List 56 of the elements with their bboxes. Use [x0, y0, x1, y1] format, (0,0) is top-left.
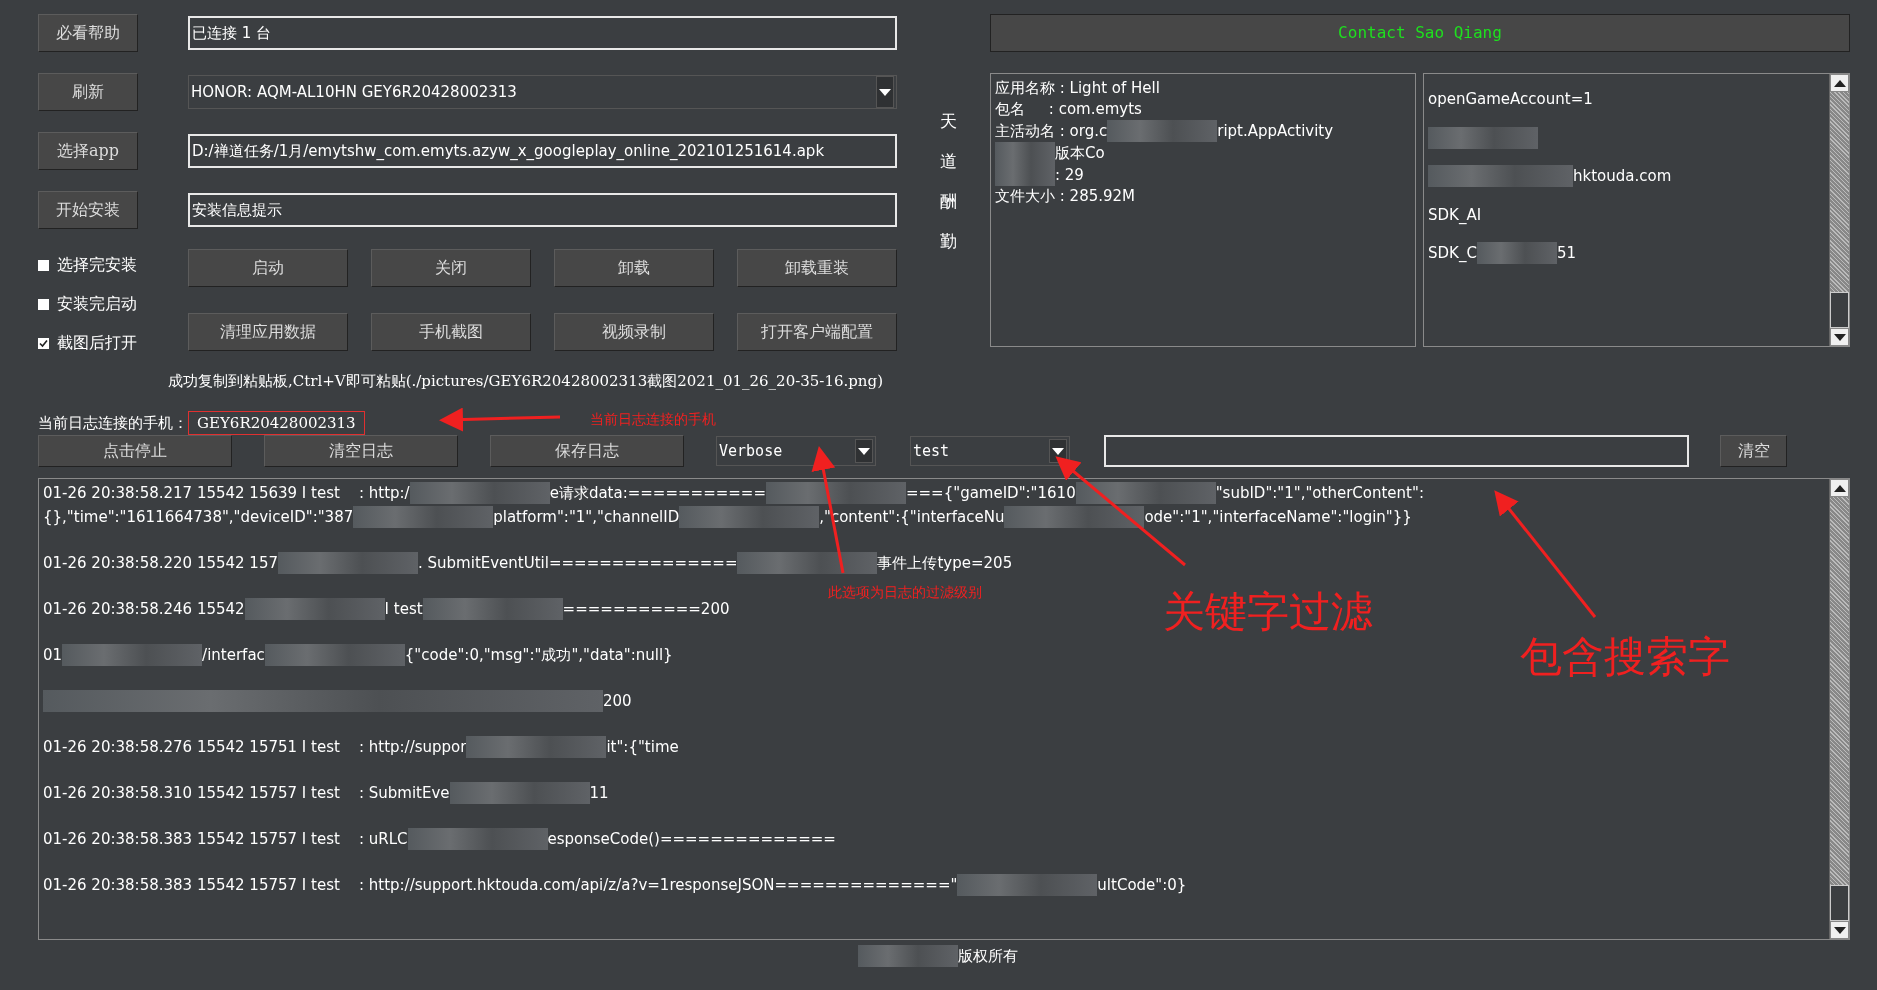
text-field[interactable]: 已连接 1 台: [188, 16, 897, 50]
pixelated-redaction: [995, 142, 1055, 164]
contact-button[interactable]: Contact Sao Qiang: [990, 14, 1850, 52]
action-button[interactable]: 卸载: [554, 249, 714, 287]
action-button[interactable]: 手机截图: [371, 312, 531, 351]
action-button[interactable]: 启动: [188, 249, 348, 287]
dropdown-caret-icon: [855, 439, 873, 463]
info-line: openGameAccount=1: [1428, 89, 1594, 110]
log-level-select[interactable]: Verbose: [716, 436, 876, 466]
info-line: 包名 : com.emyts: [995, 99, 1143, 120]
text-field[interactable]: D:/禅道任务/1月/emytshw_com.emyts.azyw_x_googleplay_online_202101251614.apk: [188, 134, 897, 168]
info-line: SDK_C 51: [1428, 242, 1825, 265]
action-button[interactable]: 清理应用数据: [188, 312, 348, 351]
info-line: 主活动名 : org.c ript.AppActivity: [995, 120, 1335, 142]
sidebar-button[interactable]: 刷新: [38, 73, 138, 111]
info-line: SDK_AI: [1428, 204, 1483, 226]
checkbox[interactable]: [38, 337, 49, 349]
info-line: 应用名称 : Light of Hell: [995, 78, 1161, 99]
tag-filter-select[interactable]: test: [910, 436, 1070, 466]
checkbox[interactable]: [38, 259, 49, 271]
info-line: : 29: [995, 164, 1411, 186]
action-button[interactable]: 卸载重装: [737, 249, 897, 287]
annotation-text: 此选项为日志的过滤级别: [828, 583, 982, 602]
log-device-label: 当前日志连接的手机：: [38, 412, 188, 434]
clear-button[interactable]: 清空: [1720, 435, 1787, 467]
scrollbar[interactable]: [1829, 74, 1849, 346]
info-line: 文件大小 : 285.92M: [995, 186, 1137, 207]
info-line: hktouda.com: [1428, 165, 1825, 188]
checkbox-option[interactable]: 选择完安装: [38, 254, 188, 276]
checkbox[interactable]: [38, 298, 49, 310]
log-button[interactable]: 点击停止: [38, 435, 232, 467]
annotation-text: 包含搜索字: [1520, 631, 1730, 683]
action-button[interactable]: 打开客户端配置: [737, 312, 897, 351]
motto-text: 天道酬勤: [940, 110, 957, 253]
text-field[interactable]: 安装信息提示: [188, 193, 897, 227]
copyright-text: 版权所有: [958, 945, 1018, 967]
dropdown-caret-icon: [876, 76, 894, 108]
sidebar-button[interactable]: 选择app: [38, 132, 138, 170]
status-message: 成功复制到粘贴板,Ctrl+V即可粘贴(./pictures/GEY6R20428002313截图2021_01_26_20-35-16.png): [168, 371, 884, 392]
log-button[interactable]: 清空日志: [264, 435, 458, 467]
action-button[interactable]: 视频录制: [554, 312, 714, 351]
sidebar-button[interactable]: 必看帮助: [38, 14, 138, 52]
annotation-text: 关键字过滤: [1163, 586, 1373, 638]
pixelated-redaction: [995, 164, 1055, 186]
log-device-value: GEY6R20428002313: [188, 410, 365, 436]
annotation-text: 当前日志连接的手机: [590, 410, 716, 429]
checkbox-option[interactable]: 安装完启动: [38, 293, 188, 315]
dropdown-caret-icon: [1049, 439, 1067, 463]
scrollbar[interactable]: [1829, 479, 1849, 939]
log-button[interactable]: 保存日志: [490, 435, 684, 467]
search-field[interactable]: [1104, 435, 1689, 467]
action-button[interactable]: 关闭: [371, 249, 531, 287]
checkbox-option[interactable]: 截图后打开: [38, 332, 188, 354]
info-line: 版本Co: [995, 142, 1411, 164]
device-select[interactable]: HONOR: AQM-AL10HN GEY6R20428002313: [188, 75, 897, 109]
sidebar-button[interactable]: 开始安装: [38, 191, 138, 229]
